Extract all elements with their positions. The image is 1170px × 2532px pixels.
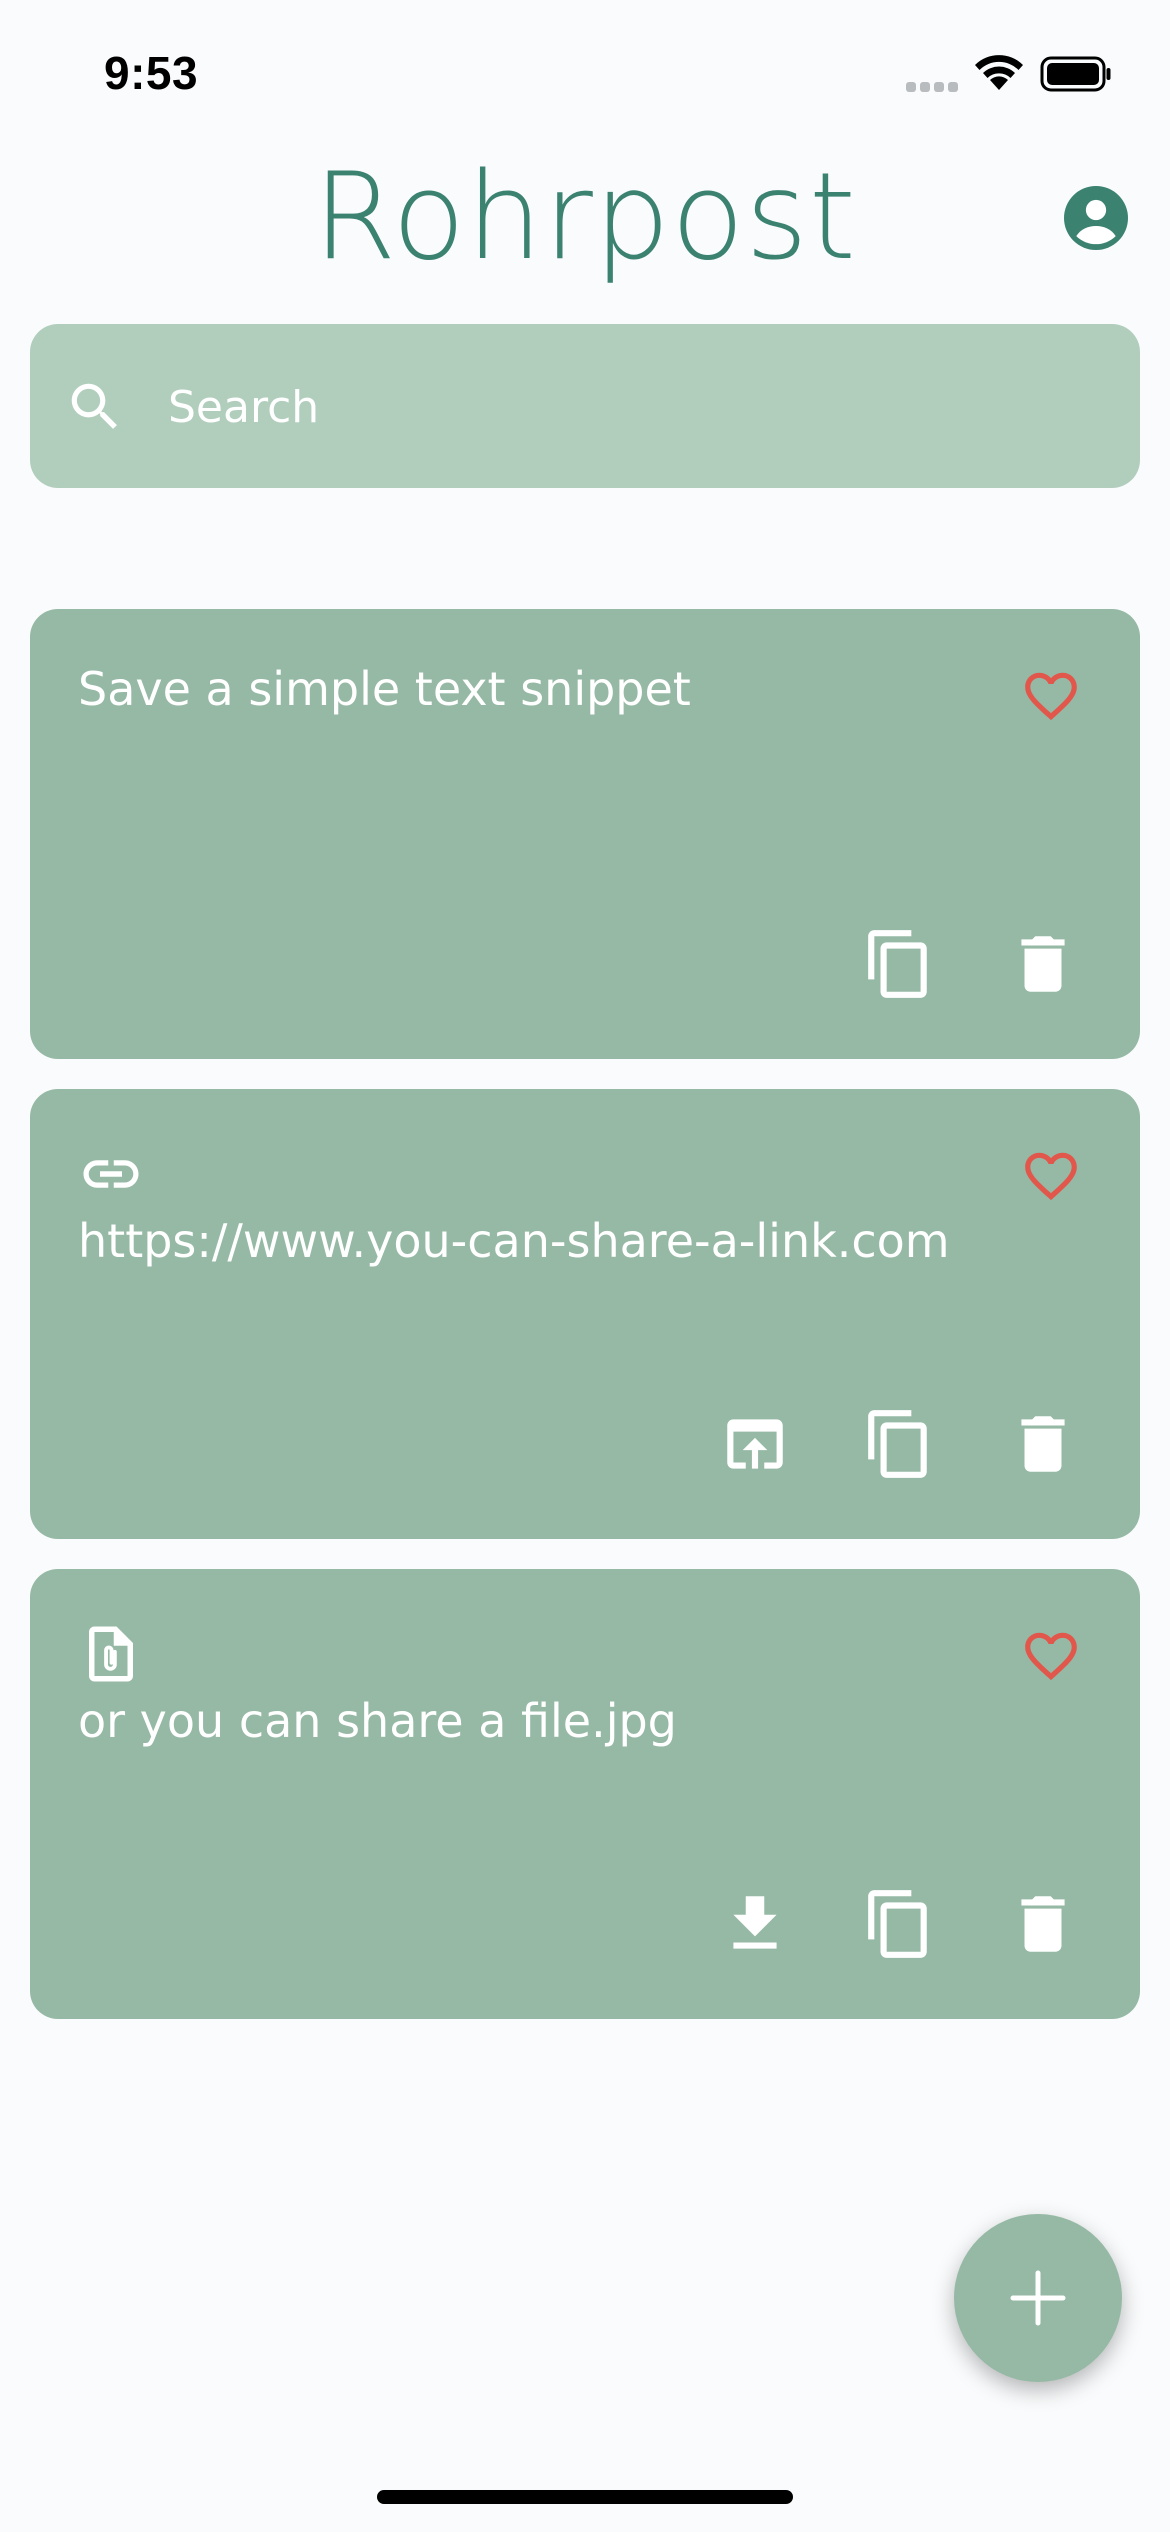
- search-icon: [71, 383, 117, 429]
- home-indicator: [377, 2490, 793, 2504]
- status-time: 9:53: [104, 47, 199, 99]
- clip-card-link[interactable]: https://www.you-can-share-a-link.com: [30, 1089, 1140, 1539]
- clip-content[interactable]: https://www.you-can-share-a-link.com: [78, 1211, 950, 1271]
- delete-icon[interactable]: [1006, 1887, 1080, 1961]
- link-icon: [83, 1160, 139, 1188]
- open-in-browser-icon[interactable]: [718, 1407, 792, 1481]
- copy-icon[interactable]: [862, 1407, 936, 1481]
- app-title: Rohrpost: [313, 148, 857, 287]
- download-icon[interactable]: [718, 1887, 792, 1961]
- copy-icon[interactable]: [862, 927, 936, 1001]
- search-input[interactable]: [166, 364, 1110, 450]
- status-bar: 9:53: [0, 0, 1170, 150]
- search-bar[interactable]: [30, 324, 1140, 488]
- file-attachment-icon: [89, 1626, 133, 1682]
- delete-icon[interactable]: [1006, 1407, 1080, 1481]
- favorite-heart-icon[interactable]: [1020, 665, 1082, 727]
- favorite-heart-icon[interactable]: [1020, 1145, 1082, 1207]
- add-item-button[interactable]: [954, 2214, 1122, 2382]
- copy-icon[interactable]: [862, 1887, 936, 1961]
- clip-content: Save a simple text snippet: [78, 662, 691, 716]
- clip-card-text[interactable]: Save a simple text snippet: [30, 609, 1140, 1059]
- clip-card-file[interactable]: or you can share a file.jpg: [30, 1569, 1140, 2019]
- wifi-icon: [975, 55, 1023, 90]
- delete-icon[interactable]: [1006, 927, 1080, 1001]
- favorite-heart-icon[interactable]: [1020, 1625, 1082, 1687]
- plus-icon: [1010, 2270, 1066, 2326]
- cellular-signal-icon: [906, 82, 960, 94]
- account-circle-icon[interactable]: [1064, 186, 1128, 250]
- battery-icon: [1040, 56, 1111, 92]
- clip-content: or you can share a file.jpg: [78, 1694, 677, 1748]
